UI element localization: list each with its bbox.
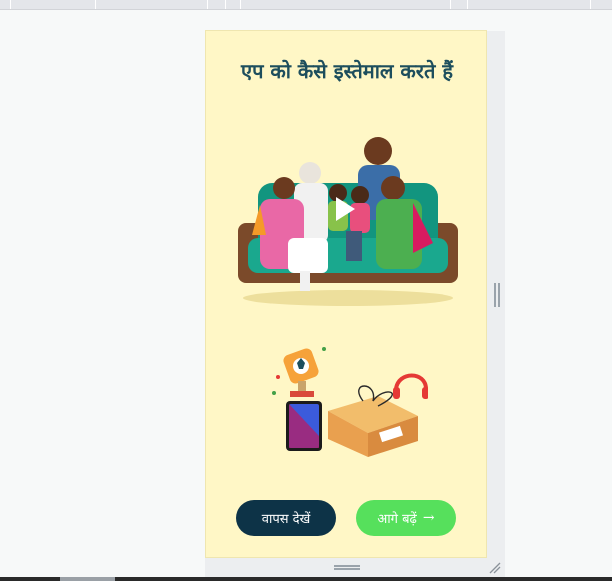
tab-separator (240, 0, 241, 9)
how-to-use-card: एप को कैसे इस्तेमाल करते हैं वापस देखें … (205, 30, 487, 558)
taskbar-strip (0, 577, 612, 581)
taskbar-item (60, 577, 115, 581)
tab-separator (467, 0, 468, 9)
tab-separator (225, 0, 226, 9)
resize-corner-icon[interactable] (489, 562, 501, 574)
trophy-icon (283, 348, 319, 397)
tab-separator (10, 0, 11, 9)
headphones-icon (393, 373, 428, 399)
rewards-illustration (272, 347, 428, 457)
resize-handle-icon[interactable] (494, 283, 500, 307)
browser-tab-strip (0, 0, 612, 10)
smartphone-icon (286, 401, 322, 451)
tab-separator (450, 0, 451, 9)
tab-separator (95, 0, 96, 9)
tab-separator (207, 0, 208, 9)
arrow-right-icon: → (422, 510, 435, 526)
play-icon[interactable] (334, 196, 356, 222)
tab-separator (590, 0, 591, 9)
next-button-label: आगे बढ़ें (377, 512, 417, 527)
card-title: एप को कैसे इस्तेमाल करते हैं (241, 59, 453, 83)
back-button[interactable]: वापस देखें (236, 500, 336, 536)
resize-handle-icon[interactable] (334, 565, 360, 570)
gift-box-icon (328, 385, 418, 457)
back-button-label: वापस देखें (261, 512, 311, 527)
next-button[interactable]: आगे बढ़ें → (356, 500, 456, 536)
